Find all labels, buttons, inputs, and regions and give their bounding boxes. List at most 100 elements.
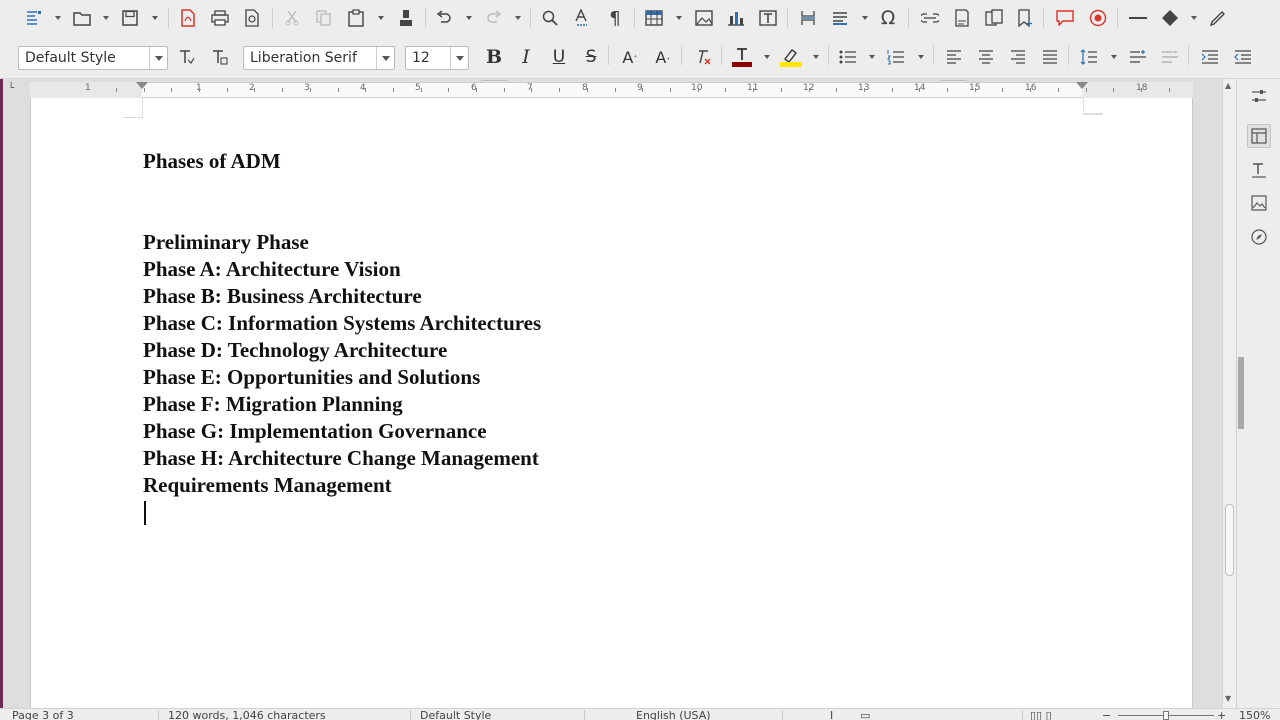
page-style[interactable]: Default Style bbox=[420, 710, 491, 720]
print-icon[interactable] bbox=[208, 4, 232, 32]
align-right-icon[interactable] bbox=[1006, 43, 1030, 71]
basic-shapes-dropdown[interactable] bbox=[1189, 13, 1199, 23]
export-pdf-icon[interactable] bbox=[176, 4, 200, 32]
bookmark-icon[interactable] bbox=[1013, 4, 1037, 32]
clone-formatting-icon[interactable] bbox=[394, 4, 418, 32]
draw-functions-icon[interactable] bbox=[1206, 4, 1230, 32]
update-style-icon[interactable] bbox=[174, 43, 198, 71]
new-document-dropdown[interactable] bbox=[53, 13, 63, 23]
unordered-list-icon[interactable] bbox=[836, 43, 860, 71]
unordered-list-dropdown[interactable] bbox=[867, 52, 877, 62]
decrease-indent-icon[interactable] bbox=[1231, 43, 1255, 71]
zoom-slider-thumb[interactable] bbox=[1163, 711, 1169, 720]
bold-icon[interactable]: B bbox=[482, 43, 506, 71]
navigator-icon[interactable] bbox=[1247, 225, 1271, 249]
insert-image-icon[interactable] bbox=[692, 4, 716, 32]
document-page[interactable]: Phases of ADM Preliminary Phase Phase A: … bbox=[30, 98, 1193, 708]
spelling-icon[interactable] bbox=[570, 4, 594, 32]
subscript-icon[interactable]: A ₊ bbox=[651, 43, 675, 71]
strikethrough-icon[interactable]: S bbox=[579, 43, 603, 71]
horizontal-ruler[interactable]: 11234567891011121314151618 bbox=[30, 82, 1193, 98]
paragraph-style-select[interactable]: Default Style bbox=[18, 46, 168, 70]
align-center-icon[interactable] bbox=[974, 43, 998, 71]
formatting-marks-icon[interactable]: ¶ bbox=[603, 4, 627, 32]
new-document-icon[interactable] bbox=[22, 4, 46, 32]
scroll-down-icon[interactable]: ▼ bbox=[1225, 694, 1231, 703]
ordered-list-dropdown[interactable] bbox=[916, 52, 926, 62]
ordered-list-icon[interactable] bbox=[884, 43, 908, 71]
underline-icon[interactable]: U bbox=[547, 43, 571, 71]
font-color-dropdown[interactable] bbox=[762, 52, 772, 62]
open-folder-icon[interactable] bbox=[70, 4, 94, 32]
redo-icon[interactable] bbox=[482, 4, 506, 32]
track-changes-icon[interactable] bbox=[1086, 4, 1110, 32]
italic-icon[interactable]: I bbox=[514, 43, 538, 71]
highlight-color-icon[interactable] bbox=[778, 43, 804, 71]
highlight-color-dropdown[interactable] bbox=[811, 52, 821, 62]
increase-indent-icon[interactable] bbox=[1198, 43, 1222, 71]
undo-icon[interactable] bbox=[432, 4, 456, 32]
insert-line-icon[interactable] bbox=[1126, 4, 1150, 32]
document-body[interactable]: Phases of ADM Preliminary Phase Phase A: … bbox=[143, 148, 541, 499]
comment-icon[interactable] bbox=[1053, 4, 1077, 32]
insert-field-dropdown[interactable] bbox=[860, 13, 870, 23]
chevron-down-icon[interactable] bbox=[376, 47, 394, 69]
text-language[interactable]: English (USA) bbox=[636, 710, 711, 720]
insert-field-icon[interactable] bbox=[828, 4, 852, 32]
increase-paragraph-spacing-icon[interactable] bbox=[1126, 43, 1150, 71]
insert-mode-icon[interactable]: I bbox=[830, 710, 833, 720]
chevron-down-icon[interactable] bbox=[450, 47, 468, 69]
insert-textbox-icon[interactable] bbox=[756, 4, 780, 32]
align-left-icon[interactable] bbox=[942, 43, 966, 71]
page-break-icon[interactable] bbox=[796, 4, 820, 32]
word-count[interactable]: 120 words, 1,046 characters bbox=[168, 710, 326, 720]
document-canvas[interactable]: Phases of ADM Preliminary Phase Phase A: … bbox=[0, 98, 1222, 708]
scrollbar-thumb[interactable] bbox=[1225, 504, 1234, 576]
vertical-scrollbar[interactable]: ▲ ▼ bbox=[1222, 79, 1236, 708]
zoom-in-icon[interactable]: + bbox=[1217, 710, 1226, 720]
special-character-icon[interactable]: Ω bbox=[876, 4, 900, 32]
gallery-icon[interactable] bbox=[1247, 191, 1271, 215]
decrease-paragraph-spacing-icon[interactable] bbox=[1158, 43, 1182, 71]
undo-dropdown[interactable] bbox=[464, 13, 474, 23]
properties-icon[interactable] bbox=[1247, 124, 1271, 148]
footnote-icon[interactable] bbox=[950, 4, 974, 32]
font-color-icon[interactable] bbox=[730, 43, 754, 71]
paste-icon[interactable] bbox=[344, 4, 368, 32]
zoom-level[interactable]: 150% bbox=[1239, 710, 1270, 720]
page-count[interactable]: Page 3 of 3 bbox=[12, 710, 74, 720]
sidebar-grip[interactable] bbox=[1238, 357, 1244, 429]
basic-shapes-icon[interactable] bbox=[1158, 4, 1182, 32]
line-spacing-dropdown[interactable] bbox=[1109, 52, 1119, 62]
print-preview-icon[interactable] bbox=[240, 4, 264, 32]
hyperlink-icon[interactable] bbox=[918, 4, 942, 32]
cut-icon[interactable] bbox=[280, 4, 304, 32]
styles-icon[interactable] bbox=[1247, 158, 1271, 182]
cross-reference-icon[interactable] bbox=[982, 4, 1006, 32]
right-indent-marker[interactable] bbox=[1076, 82, 1088, 89]
clear-formatting-icon[interactable] bbox=[691, 43, 715, 71]
line-spacing-icon[interactable] bbox=[1077, 43, 1101, 71]
copy-icon[interactable] bbox=[312, 4, 336, 32]
scroll-up-icon[interactable]: ▲ bbox=[1225, 81, 1231, 90]
save-icon[interactable] bbox=[118, 4, 142, 32]
insert-table-dropdown[interactable] bbox=[674, 13, 684, 23]
paste-dropdown[interactable] bbox=[376, 13, 386, 23]
find-replace-icon[interactable] bbox=[538, 4, 562, 32]
redo-dropdown[interactable] bbox=[513, 13, 523, 23]
justify-icon[interactable] bbox=[1038, 43, 1062, 71]
save-dropdown[interactable] bbox=[150, 13, 160, 23]
superscript-icon[interactable]: A ⁺ bbox=[618, 43, 642, 71]
font-name-select[interactable]: Liberation Serif bbox=[243, 46, 395, 70]
selection-mode-icon[interactable]: ▭ bbox=[860, 710, 870, 720]
zoom-out-icon[interactable]: − bbox=[1102, 710, 1111, 720]
view-layout-icons[interactable]: ▯▯ ▯ bbox=[1030, 710, 1052, 720]
new-style-icon[interactable] bbox=[207, 43, 231, 71]
font-size-select[interactable]: 12 bbox=[405, 46, 469, 70]
insert-chart-icon[interactable] bbox=[724, 4, 748, 32]
insert-table-icon[interactable] bbox=[642, 4, 666, 32]
sidebar-settings-icon[interactable] bbox=[1247, 84, 1271, 108]
chevron-down-icon[interactable] bbox=[149, 47, 167, 69]
indent-marker[interactable] bbox=[136, 82, 148, 89]
open-dropdown[interactable] bbox=[101, 13, 111, 23]
